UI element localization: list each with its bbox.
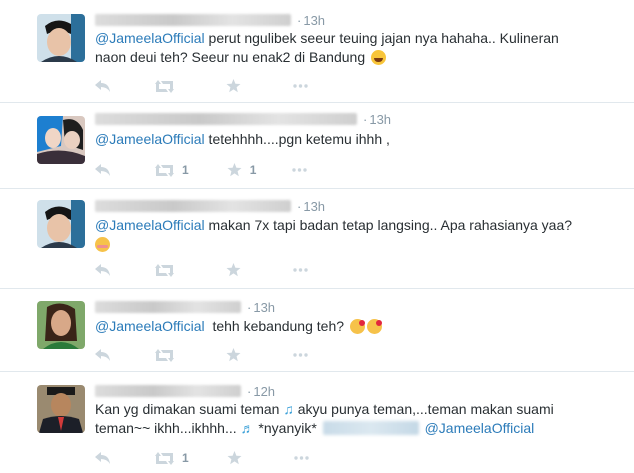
- more-icon[interactable]: [293, 268, 308, 272]
- timestamp[interactable]: 13h: [253, 300, 275, 315]
- display-name[interactable]: [95, 200, 291, 212]
- display-name[interactable]: [95, 113, 357, 125]
- tweet-header: · 13h: [95, 11, 325, 29]
- mention-link[interactable]: @JameelaOfficial: [425, 420, 535, 436]
- separator-dot: ·: [247, 383, 252, 399]
- favorite-star-icon[interactable]: [227, 451, 250, 465]
- avatar[interactable]: [37, 385, 85, 433]
- mention-link[interactable]: @JameelaOfficial: [95, 30, 205, 46]
- tweet: · 13h @JameelaOfficial tehh kebandung te…: [0, 289, 634, 372]
- tweet-actions: [95, 261, 308, 279]
- tweet-text-line1: makan 7x tapi badan tetap langsing.. Apa…: [204, 217, 573, 233]
- retweet-icon[interactable]: [155, 263, 182, 277]
- tweet: · 13h @JameelaOfficial perut ngulibek se…: [0, 0, 634, 103]
- tweet-actions: 1 1: [95, 161, 308, 179]
- retweet-count: 1: [182, 163, 189, 177]
- tweet-text-line1b: akyu punya teman,...teman makan suami: [293, 401, 554, 417]
- tweet-header: · 13h: [95, 298, 275, 316]
- favorite-star-icon[interactable]: 1: [227, 163, 257, 177]
- tweet-header: · 13h: [95, 110, 391, 128]
- avatar[interactable]: [37, 14, 85, 62]
- separator-dot: ·: [297, 198, 302, 214]
- tweet-text-line2: naon deui teh? Seeur nu enak2 di Bandung: [95, 49, 370, 65]
- avatar[interactable]: [37, 200, 85, 248]
- tweet-actions: [95, 346, 308, 364]
- display-name[interactable]: [95, 301, 241, 313]
- mention-link[interactable]: @JameelaOfficial: [95, 217, 205, 233]
- blushing-face-icon: [95, 237, 110, 252]
- tweet-text-line2b: *nyanyik*: [254, 420, 321, 436]
- retweet-icon[interactable]: 1: [155, 451, 189, 465]
- tweet-text-line2: teman~~ ikhh...ikhhh...: [95, 420, 241, 436]
- timestamp[interactable]: 13h: [303, 199, 325, 214]
- more-icon[interactable]: [293, 353, 308, 357]
- timestamp[interactable]: 13h: [369, 112, 391, 127]
- kissing-face-icon: [366, 319, 382, 334]
- tweet-text: @JameelaOfficial perut ngulibek seeur te…: [95, 29, 615, 67]
- tweet-text-line1: tetehhhh....pgn ketemu ihhh ,: [204, 131, 390, 147]
- favorite-count: 1: [249, 163, 257, 177]
- kissing-face-icon: [349, 319, 365, 334]
- mention-link[interactable]: @JameelaOfficial: [95, 318, 205, 334]
- tweet-text-line1: tehh kebandung teh?: [204, 318, 348, 334]
- retweet-icon[interactable]: [155, 348, 182, 362]
- music-note-icon: ♫: [283, 401, 294, 417]
- redacted-mention[interactable]: [322, 421, 419, 435]
- tweet-text: @JameelaOfficial tehh kebandung teh?: [95, 317, 615, 336]
- reply-icon[interactable]: [95, 348, 111, 362]
- retweet-icon[interactable]: 1: [155, 163, 189, 177]
- tweet-text-line1: Kan yg dimakan suami teman: [95, 401, 284, 417]
- avatar[interactable]: [37, 301, 85, 349]
- music-notes-icon: ♬: [240, 420, 255, 436]
- tweet-text: @JameelaOfficial tetehhhh....pgn ketemu …: [95, 130, 615, 149]
- separator-dot: ·: [297, 12, 302, 28]
- more-icon[interactable]: [293, 84, 308, 88]
- more-icon[interactable]: [293, 456, 309, 460]
- tweet-text-line1: perut ngulibek seeur teuing jajan nya ha…: [204, 30, 559, 46]
- tweet-feed: · 13h @JameelaOfficial perut ngulibek se…: [0, 0, 634, 473]
- separator-dot: ·: [363, 111, 368, 127]
- favorite-star-icon[interactable]: [226, 348, 249, 362]
- tweet-actions: [95, 77, 308, 95]
- retweet-count: 1: [182, 451, 189, 465]
- tweet: · 13h @JameelaOfficial tetehhhh....pgn k…: [0, 103, 634, 189]
- tweet: · 12h Kan yg dimakan suami teman ♫ akyu …: [0, 372, 634, 473]
- timestamp[interactable]: 12h: [253, 384, 275, 399]
- tweet-header: · 12h: [95, 382, 275, 400]
- favorite-star-icon[interactable]: [226, 79, 249, 93]
- tweet-actions: 1: [95, 449, 309, 467]
- tweet-text: Kan yg dimakan suami teman ♫ akyu punya …: [95, 400, 615, 438]
- retweet-icon[interactable]: [155, 79, 182, 93]
- favorite-star-icon[interactable]: [226, 263, 249, 277]
- display-name[interactable]: [95, 14, 291, 26]
- reply-icon[interactable]: [95, 263, 111, 277]
- reply-icon[interactable]: [95, 451, 111, 465]
- tweet-header: · 13h: [95, 197, 325, 215]
- mention-link[interactable]: @JameelaOfficial: [95, 131, 205, 147]
- avatar[interactable]: [37, 116, 85, 164]
- more-icon[interactable]: [292, 168, 308, 172]
- tweet: · 13h @JameelaOfficial makan 7x tapi bad…: [0, 189, 634, 289]
- timestamp[interactable]: 13h: [303, 13, 325, 28]
- reply-icon[interactable]: [95, 79, 111, 93]
- separator-dot: ·: [247, 299, 252, 315]
- display-name[interactable]: [95, 385, 241, 397]
- laughing-face-icon: [371, 50, 387, 65]
- reply-icon[interactable]: [95, 163, 111, 177]
- tweet-text: @JameelaOfficial makan 7x tapi badan tet…: [95, 216, 615, 254]
